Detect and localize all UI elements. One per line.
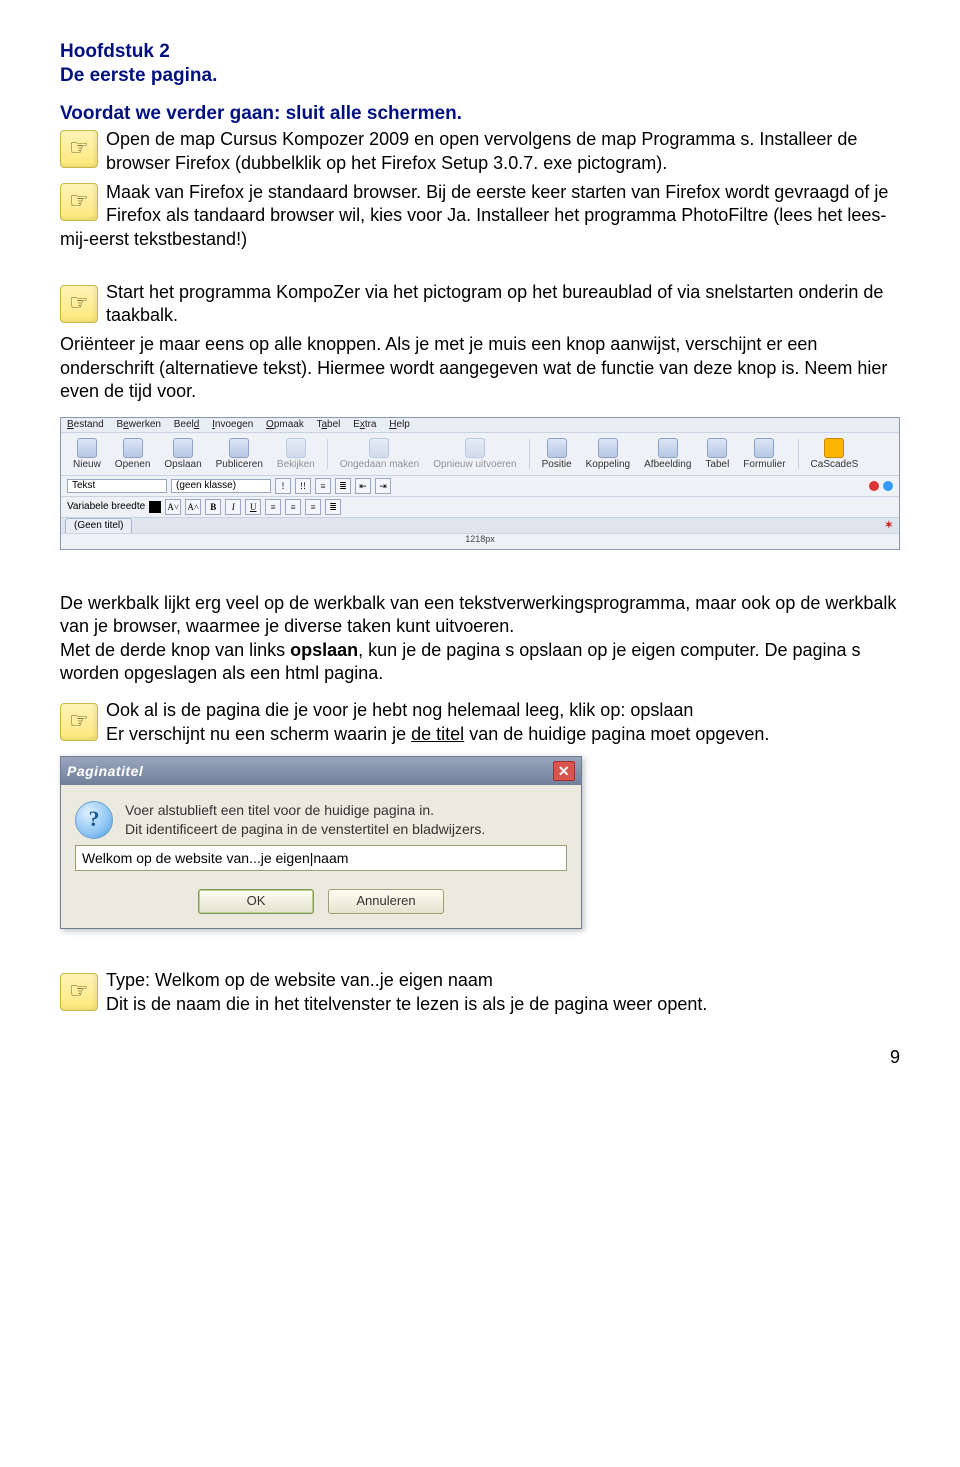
align-center[interactable]: ≡ xyxy=(285,499,301,515)
close-tab-icon[interactable]: ✶ xyxy=(885,521,893,531)
menu-tabel[interactable]: Tabel xyxy=(316,419,340,430)
action-4-line1: Ook al is de pagina die je voor je hebt … xyxy=(106,700,693,720)
paragraph-format-select[interactable]: Tekst xyxy=(67,479,167,493)
action-3: Start het programma KompoZer via het pic… xyxy=(60,281,900,328)
action-4-underlined: de titel xyxy=(411,724,464,744)
class-select[interactable]: (geen klasse) xyxy=(171,479,271,493)
instruction-heading: Voordat we verder gaan: sluit alle scher… xyxy=(60,102,900,127)
dialog-message: Voer alstublieft een titel voor de huidi… xyxy=(125,801,485,839)
menu-extra[interactable]: Extra xyxy=(353,419,376,430)
document-tab-bar: (Geen titel) ✶ xyxy=(61,518,899,534)
toolbar-koppeling[interactable]: Koppeling xyxy=(580,436,636,472)
font-larger[interactable]: A˄ xyxy=(185,499,201,515)
menu-bestand[interactable]: BBestandestand xyxy=(67,419,104,430)
page-title-input[interactable] xyxy=(75,845,567,871)
action-4-line2-before: Er verschijnt nu een scherm waarin je xyxy=(106,724,411,744)
toolbar-redo[interactable]: Opnieuw uitvoeren xyxy=(427,436,522,472)
question-icon xyxy=(75,801,113,839)
toolbar-bekijken[interactable]: Bekijken xyxy=(271,436,321,472)
paragraph-orient: Oriënteer je maar eens op alle knoppen. … xyxy=(60,333,900,403)
toolbar-nieuw[interactable]: Nieuw xyxy=(67,436,107,472)
menu-bewerken[interactable]: Bewerken xyxy=(116,419,160,430)
format-btn[interactable]: !! xyxy=(295,478,311,494)
paragraph-toolbar-explain: De werkbalk lijkt erg veel op de werkbal… xyxy=(60,568,900,685)
menu-bar: BBestandestand Bewerken Beeld Invoegen O… xyxy=(61,418,899,433)
dialog-msg-line2: Dit identificeert de pagina in de venste… xyxy=(125,821,485,837)
ruler: 1218px xyxy=(61,534,899,549)
toolbar-undo[interactable]: Ongedaan maken xyxy=(334,436,426,472)
paginatitel-dialog: Paginatitel ✕ Voer alstublieft een titel… xyxy=(60,756,582,929)
toolbar-openen[interactable]: Openen xyxy=(109,436,157,472)
toolbar-publiceren[interactable]: Publiceren xyxy=(210,436,269,472)
align-left[interactable]: ≡ xyxy=(265,499,281,515)
chapter-heading: Hoofdstuk 2 De eerste pagina. xyxy=(60,40,900,88)
action-1-text: Open de map Cursus Kompozer 2009 en open… xyxy=(106,129,857,172)
toolbar-cascades[interactable]: CaScadeS xyxy=(805,436,865,472)
italic-button[interactable]: I xyxy=(225,499,241,515)
action-3-text: Start het programma KompoZer via het pic… xyxy=(106,282,883,325)
menu-invoegen[interactable]: Invoegen xyxy=(212,419,253,430)
dialog-titlebar: Paginatitel ✕ xyxy=(61,757,581,785)
toolbar-opslaan[interactable]: Opslaan xyxy=(158,436,207,472)
menu-help[interactable]: Help xyxy=(389,419,410,430)
hand-pointer-icon xyxy=(60,183,98,221)
toolbar-afbeelding[interactable]: Afbeelding xyxy=(638,436,697,472)
ruler-width-label: 1218px xyxy=(465,534,495,544)
underline-button[interactable]: U xyxy=(245,499,261,515)
menu-opmaak[interactable]: Opmaak xyxy=(266,419,304,430)
action-5-line2: Dit is de naam die in het titelvenster t… xyxy=(106,994,707,1014)
font-select[interactable]: Variabele breedte xyxy=(67,502,145,512)
ok-button[interactable]: OK xyxy=(198,889,314,914)
status-dot-icon xyxy=(869,481,879,491)
indent-btn[interactable]: ⇤ xyxy=(355,478,371,494)
format-btn[interactable]: ! xyxy=(275,478,291,494)
format-toolbar-1: Tekst (geen klasse) ! !! ≡ ≣ ⇤ ⇥ xyxy=(61,476,899,497)
action-2: Maak van Firefox je standaard browser. B… xyxy=(60,181,900,251)
chapter-title: De eerste pagina. xyxy=(60,65,217,86)
action-5-line1: Type: Welkom op de website van..je eigen… xyxy=(106,970,493,990)
kompozer-toolbar-screenshot: BBestandestand Bewerken Beeld Invoegen O… xyxy=(60,417,900,550)
font-smaller[interactable]: A˅ xyxy=(165,499,181,515)
indent-btn[interactable]: ⇥ xyxy=(375,478,391,494)
document-tab[interactable]: (Geen titel) xyxy=(65,518,132,533)
chapter-number: Hoofdstuk 2 xyxy=(60,41,170,62)
page-number: 9 xyxy=(60,1046,900,1069)
toolbar-tabel[interactable]: Tabel xyxy=(699,436,735,472)
hand-pointer-icon xyxy=(60,285,98,323)
action-4-line2-after: van de huidige pagina moet opgeven. xyxy=(464,724,769,744)
hand-pointer-icon xyxy=(60,703,98,741)
main-toolbar: Nieuw Openen Opslaan Publiceren Bekijken… xyxy=(61,433,899,476)
list-btn[interactable]: ≡ xyxy=(315,478,331,494)
menu-beeld[interactable]: Beeld xyxy=(174,419,200,430)
action-5: Type: Welkom op de website van..je eigen… xyxy=(60,969,900,1016)
dialog-msg-line1: Voer alstublieft een titel voor de huidi… xyxy=(125,802,434,818)
format-toolbar-2: Variabele breedte A˅ A˄ B I U ≡ ≡ ≡ ≣ xyxy=(61,497,899,518)
action-1: Open de map Cursus Kompozer 2009 en open… xyxy=(60,128,900,175)
action-4: Ook al is de pagina die je voor je hebt … xyxy=(60,699,900,746)
status-dot-icon xyxy=(883,481,893,491)
cancel-button[interactable]: Annuleren xyxy=(328,889,444,914)
close-icon[interactable]: ✕ xyxy=(553,761,575,781)
toolbar-positie[interactable]: Positie xyxy=(536,436,578,472)
p2-bold: opslaan xyxy=(290,640,358,660)
hand-pointer-icon xyxy=(60,130,98,168)
align-right[interactable]: ≡ xyxy=(305,499,321,515)
align-justify[interactable]: ≣ xyxy=(325,499,341,515)
toolbar-formulier[interactable]: Formulier xyxy=(737,436,791,472)
bold-button[interactable]: B xyxy=(205,499,221,515)
list-btn[interactable]: ≣ xyxy=(335,478,351,494)
dialog-title-text: Paginatitel xyxy=(67,762,143,780)
color-swatch[interactable] xyxy=(149,501,161,513)
hand-pointer-icon xyxy=(60,973,98,1011)
